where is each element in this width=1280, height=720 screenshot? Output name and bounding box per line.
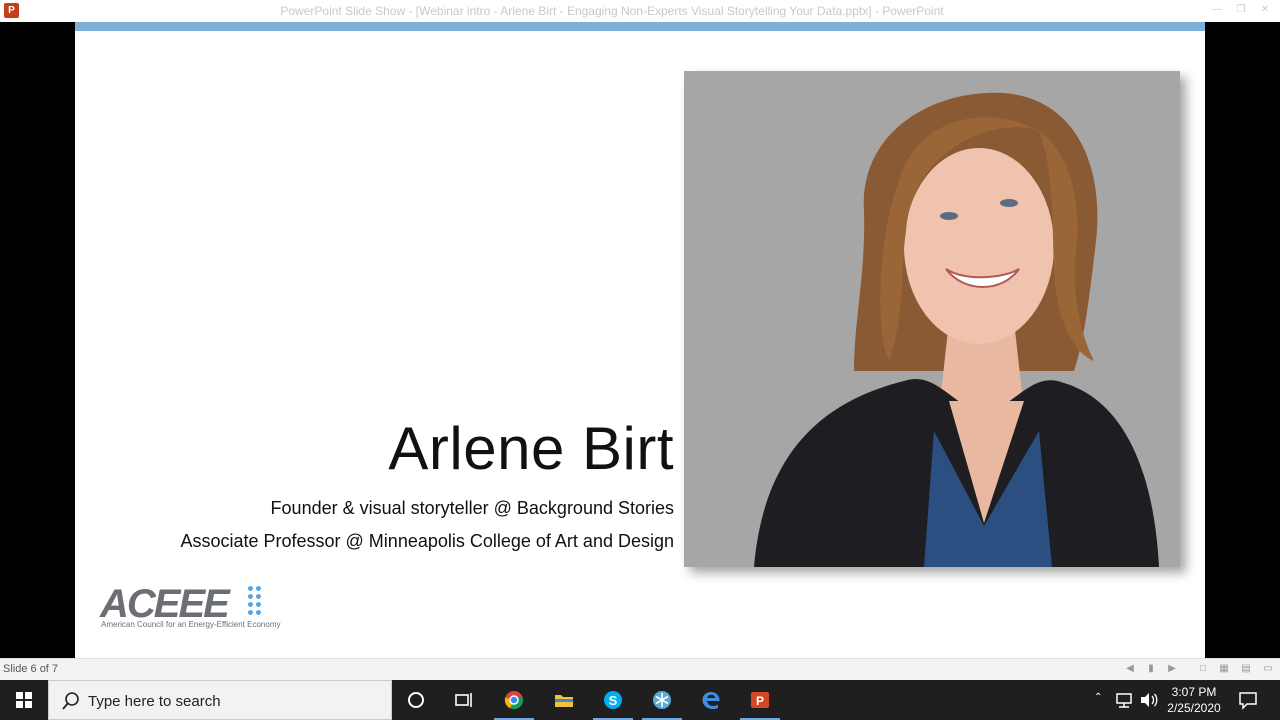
svg-text:P: P (756, 694, 764, 708)
window-title-bar: P PowerPoint Slide Show - [Webinar intro… (0, 0, 1280, 22)
screen: P PowerPoint Slide Show - [Webinar intro… (0, 0, 1280, 720)
cortana-icon (408, 692, 424, 708)
restore-icon[interactable]: ❐ (1234, 3, 1248, 17)
slideshow-view-icon[interactable]: ▭ (1262, 663, 1274, 675)
chrome-button[interactable] (490, 680, 538, 720)
logo-tagline: American Council for an Energy-Efficient… (101, 620, 281, 629)
taskbar-search-box[interactable] (48, 680, 392, 720)
slideshow-status-bar: Slide 6 of 7 ◀ ▮ ▶ □ ▦ ▤ ▭ (0, 658, 1280, 680)
taskbar-clock[interactable]: 3:07 PM 2/25/2020 (1156, 684, 1232, 716)
close-icon[interactable]: ✕ (1258, 3, 1272, 17)
skype-button[interactable]: S (589, 680, 637, 720)
next-slide-icon[interactable]: ▶ (1166, 663, 1178, 675)
powerpoint-button[interactable]: P (736, 680, 784, 720)
slide-sorter-icon[interactable]: ▦ (1218, 663, 1230, 675)
cortana-button[interactable] (392, 680, 440, 720)
aceee-logo: ACEEE American Council for an Energy-Eff… (100, 582, 281, 637)
minimize-icon[interactable]: — (1210, 3, 1224, 17)
previous-slide-icon[interactable]: ◀ (1124, 663, 1136, 675)
portrait-illustration (684, 71, 1180, 567)
start-button[interactable] (0, 680, 48, 720)
windows-logo-icon (16, 692, 32, 708)
snowflake-app-icon (653, 691, 671, 709)
search-icon (62, 692, 79, 710)
show-hidden-icons-icon[interactable]: ⌃ (1094, 692, 1108, 720)
edge-icon (702, 692, 720, 709)
search-input[interactable] (88, 689, 378, 713)
chrome-icon (504, 691, 524, 710)
powerpoint-icon: P (751, 692, 769, 708)
slide-counter: Slide 6 of 7 (3, 663, 59, 675)
slide-accent-bar (75, 22, 1205, 31)
speaker-role-1: Founder & visual storyteller @ Backgroun… (270, 498, 674, 518)
skype-icon: S (604, 691, 622, 709)
slide-menu-icon[interactable]: ▮ (1145, 663, 1157, 675)
slide-canvas[interactable]: Arlene Birt Founder & visual storyteller… (75, 22, 1205, 658)
speaker-photo (684, 71, 1180, 567)
snowflake-app-button[interactable] (638, 680, 686, 720)
task-view-icon (455, 693, 472, 707)
speaker-role-2: Associate Professor @ Minneapolis Colleg… (180, 531, 674, 551)
task-view-button[interactable] (440, 680, 488, 720)
reading-view-icon[interactable]: ▤ (1240, 663, 1252, 675)
action-center-icon[interactable] (1238, 690, 1258, 710)
file-explorer-button[interactable] (540, 680, 588, 720)
clock-date: 2/25/2020 (1167, 701, 1221, 715)
logo-dots-icon (248, 586, 270, 616)
svg-text:S: S (609, 693, 618, 708)
network-icon[interactable] (1114, 690, 1134, 710)
edge-button[interactable] (687, 680, 735, 720)
windows-taskbar: S P ⌃ (0, 680, 1280, 720)
normal-view-icon[interactable]: □ (1197, 663, 1209, 675)
clock-time: 3:07 PM (1171, 685, 1217, 699)
file-explorer-icon (555, 695, 573, 707)
window-title: PowerPoint Slide Show - [Webinar intro -… (280, 4, 944, 18)
speaker-name: Arlene Birt (388, 415, 674, 482)
